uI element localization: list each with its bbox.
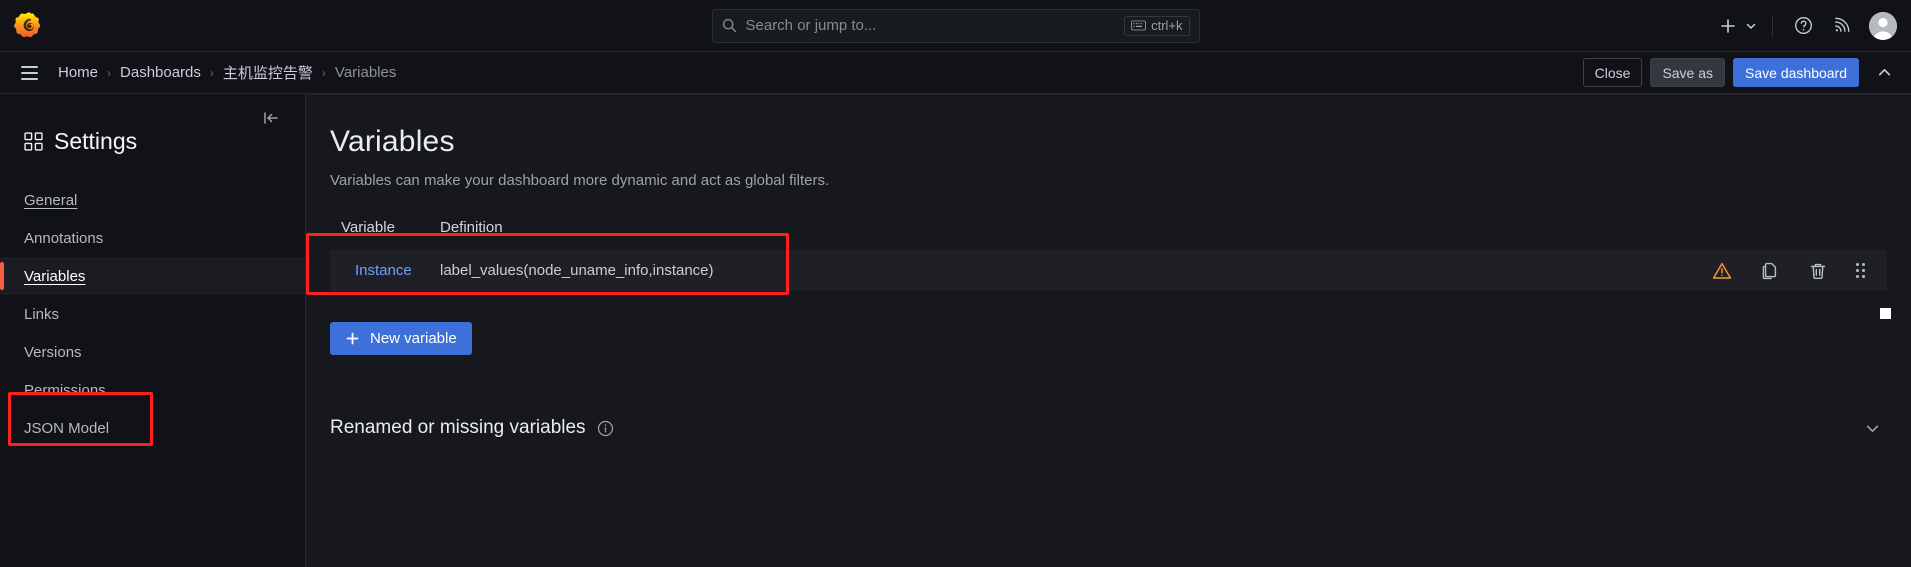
plus-icon bbox=[1711, 9, 1745, 43]
collapse-left-icon[interactable] bbox=[259, 106, 283, 130]
breadcrumb-item-dashboard-name[interactable]: 主机监控告警 bbox=[219, 60, 317, 85]
breadcrumb: Home › Dashboards › 主机监控告警 › Variables bbox=[54, 60, 400, 85]
cursor-artifact bbox=[1880, 308, 1891, 319]
row-action-group bbox=[1322, 261, 1887, 281]
variables-table-body: Instance label_values(node_uname_info,in… bbox=[330, 250, 1887, 291]
breadcrumb-separator: › bbox=[107, 65, 112, 80]
table-header-row: Variable Definition bbox=[330, 219, 1887, 250]
chevron-down-icon[interactable] bbox=[1864, 420, 1881, 437]
sidebar-item-variables[interactable]: Variables bbox=[0, 257, 305, 295]
dashboard-edit-actions: Close Save as Save dashboard bbox=[1582, 58, 1899, 88]
search-shortcut-text: ctrl+k bbox=[1151, 17, 1183, 33]
column-header-actions bbox=[1322, 219, 1887, 250]
grafana-logo-link[interactable] bbox=[0, 11, 58, 41]
sidebar-item-annotations[interactable]: Annotations bbox=[0, 219, 305, 257]
sidebar-item-links[interactable]: Links bbox=[0, 295, 305, 333]
add-new-button[interactable] bbox=[1709, 9, 1759, 43]
breadcrumb-item-home[interactable]: Home bbox=[54, 62, 102, 83]
help-circle-icon[interactable] bbox=[1786, 9, 1820, 43]
cell-variable-name: Instance bbox=[330, 250, 440, 291]
close-button[interactable]: Close bbox=[1582, 58, 1643, 87]
topbar-actions bbox=[1709, 9, 1897, 43]
duplicate-icon[interactable] bbox=[1760, 261, 1780, 281]
renamed-missing-variables-section[interactable]: Renamed or missing variables bbox=[330, 417, 1887, 439]
page-description: Variables can make your dashboard more d… bbox=[330, 172, 830, 189]
apps-grid-icon bbox=[24, 132, 43, 151]
hamburger-menu-icon[interactable] bbox=[12, 56, 46, 90]
variable-name-link[interactable]: Instance bbox=[330, 262, 412, 279]
cell-row-actions bbox=[1322, 250, 1887, 291]
new-variable-button[interactable]: New variable bbox=[330, 322, 472, 355]
settings-sidebar: Settings General Annotations Variables L… bbox=[0, 94, 305, 567]
variables-settings-panel: Variables Variables can make your dashbo… bbox=[305, 94, 1911, 567]
breadcrumb-bar: Home › Dashboards › 主机监控告警 › Variables C… bbox=[0, 52, 1911, 94]
table-row[interactable]: Instance label_values(node_uname_info,in… bbox=[330, 250, 1887, 291]
sidebar-item-permissions[interactable]: Permissions bbox=[0, 371, 305, 409]
sidebar-item-general[interactable]: General bbox=[0, 181, 305, 219]
settings-title-text: Settings bbox=[54, 128, 138, 154]
save-dashboard-button[interactable]: Save dashboard bbox=[1733, 58, 1859, 87]
search-icon bbox=[722, 18, 737, 33]
chevron-up-icon[interactable] bbox=[1869, 58, 1899, 88]
search-placeholder-text: Search or jump to... bbox=[745, 17, 877, 34]
chevron-down-icon bbox=[1745, 20, 1757, 32]
page-body: Settings General Annotations Variables L… bbox=[0, 94, 1911, 567]
search-input-box[interactable]: Search or jump to... ctrl+k bbox=[711, 8, 1200, 43]
grafana-logo bbox=[14, 12, 41, 37]
info-circle-icon[interactable] bbox=[597, 420, 614, 437]
drag-handle-icon[interactable] bbox=[1856, 263, 1865, 278]
column-header-variable: Variable bbox=[341, 219, 395, 236]
breadcrumb-separator: › bbox=[321, 65, 326, 80]
variables-table: Variable Definition Instance label_value… bbox=[330, 219, 1887, 291]
breadcrumb-item-variables[interactable]: Variables bbox=[331, 62, 400, 83]
page-title: Variables bbox=[330, 125, 455, 158]
plus-icon bbox=[345, 331, 360, 346]
settings-nav-list: General Annotations Variables Links Vers… bbox=[0, 181, 305, 447]
breadcrumb-item-dashboards[interactable]: Dashboards bbox=[116, 62, 205, 83]
global-search[interactable]: Search or jump to... ctrl+k bbox=[711, 8, 1200, 43]
column-header-definition: Definition bbox=[440, 219, 503, 236]
rss-feed-icon[interactable] bbox=[1824, 9, 1858, 43]
user-avatar-icon bbox=[1869, 11, 1897, 40]
sidebar-item-versions[interactable]: Versions bbox=[0, 333, 305, 371]
trash-icon[interactable] bbox=[1808, 261, 1828, 281]
variables-table-head: Variable Definition bbox=[330, 219, 1887, 250]
breadcrumb-separator: › bbox=[209, 65, 214, 80]
renamed-section-title: Renamed or missing variables bbox=[330, 417, 586, 438]
new-variable-button-label: New variable bbox=[370, 330, 457, 347]
avatar[interactable] bbox=[1869, 11, 1897, 40]
warning-triangle-icon[interactable] bbox=[1712, 261, 1732, 281]
keyboard-icon bbox=[1131, 20, 1146, 31]
topbar-divider bbox=[1772, 14, 1773, 37]
top-navigation-bar: Search or jump to... ctrl+k bbox=[0, 0, 1911, 52]
sidebar-item-json-model[interactable]: JSON Model bbox=[0, 409, 305, 447]
cell-variable-definition: label_values(node_uname_info,instance) bbox=[440, 262, 714, 279]
save-as-button[interactable]: Save as bbox=[1650, 58, 1726, 87]
search-shortcut-badge: ctrl+k bbox=[1124, 15, 1190, 36]
